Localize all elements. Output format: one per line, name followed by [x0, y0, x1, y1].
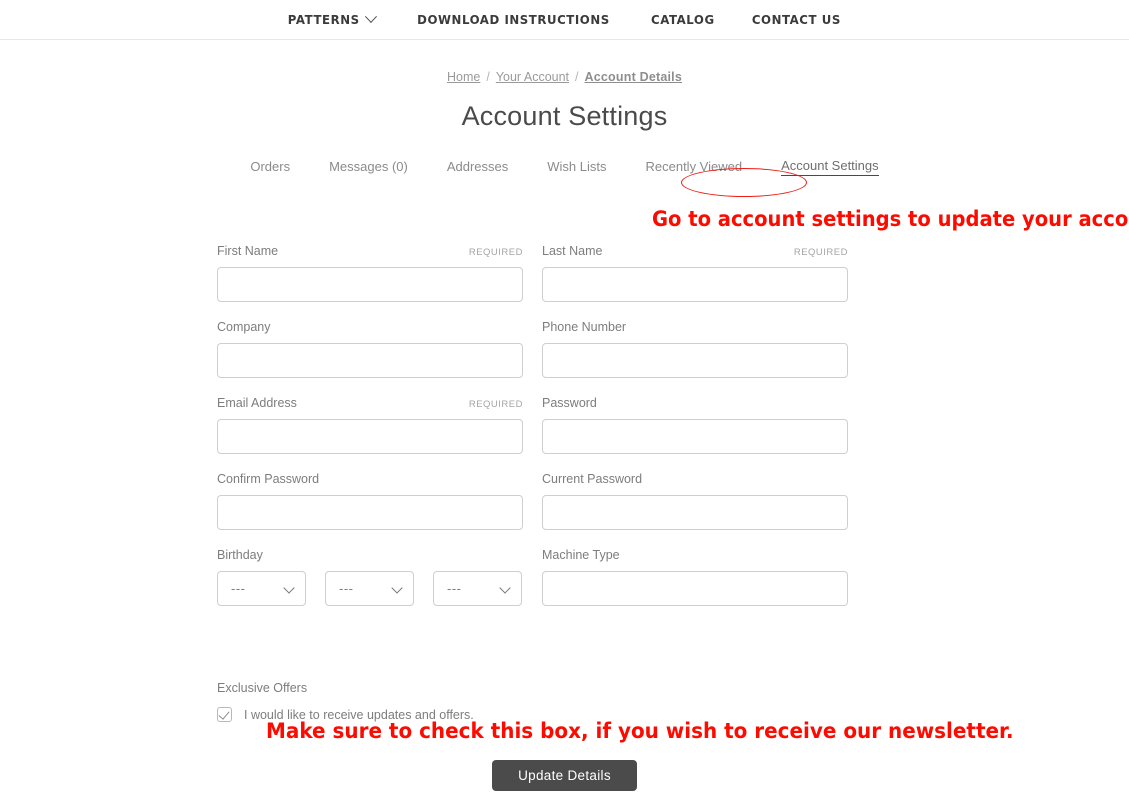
email-address-input[interactable]	[217, 419, 523, 454]
company-input[interactable]	[217, 343, 523, 378]
email-address-label: Email Address	[217, 396, 297, 410]
tab-account-settings[interactable]: Account Settings	[781, 158, 879, 176]
machine-type-input[interactable]	[542, 571, 848, 606]
exclusive-offers-title: Exclusive Offers	[217, 681, 308, 695]
last-name-label: Last Name	[542, 244, 603, 258]
confirm-password-input[interactable]	[217, 495, 523, 530]
company-label: Company	[217, 320, 271, 334]
field-label-line: Last Name REQUIRED	[542, 244, 848, 258]
field-label-line: Password	[542, 396, 848, 410]
birthday-label: Birthday	[217, 548, 263, 562]
field-group-password: Password	[542, 396, 848, 454]
field-label-line: Birthday	[217, 548, 523, 562]
nav-item-patterns-label: Patterns	[287, 12, 360, 27]
tab-addresses[interactable]: Addresses	[447, 159, 508, 176]
field-label-line: Current Password	[542, 472, 848, 486]
form-row-birthday-machine-type: Birthday --- --- --- Machine Type	[217, 548, 849, 606]
phone-number-input[interactable]	[542, 343, 848, 378]
field-group-first-name: First Name REQUIRED	[217, 244, 523, 302]
first-name-required-badge: REQUIRED	[468, 247, 523, 258]
first-name-input[interactable]	[217, 267, 523, 302]
confirm-password-label: Confirm Password	[217, 472, 320, 486]
email-address-required-badge: REQUIRED	[468, 399, 523, 410]
field-label-line: Machine Type	[542, 548, 848, 562]
newsletter-checkbox[interactable]	[217, 707, 232, 722]
field-group-last-name: Last Name REQUIRED	[542, 244, 848, 302]
nav-item-catalog[interactable]: Catalog	[651, 12, 715, 27]
chevron-down-icon	[283, 582, 295, 594]
field-group-machine-type: Machine Type	[542, 548, 848, 606]
field-group-phone-number: Phone Number	[542, 320, 848, 378]
birthday-year-select[interactable]: ---	[433, 571, 522, 606]
tab-orders[interactable]: Orders	[250, 159, 290, 176]
birthday-day-value: ---	[231, 581, 246, 596]
tab-messages[interactable]: Messages (0)	[329, 159, 408, 176]
nav-item-contact-us[interactable]: Contact Us	[752, 12, 841, 27]
form-row-name: First Name REQUIRED Last Name REQUIRED	[217, 244, 849, 302]
birthday-month-select[interactable]: ---	[325, 571, 414, 606]
chevron-down-icon	[499, 582, 511, 594]
breadcrumb-separator: /	[575, 70, 579, 84]
password-input[interactable]	[542, 419, 848, 454]
breadcrumb: Home / Your Account / Account Details	[0, 70, 1129, 84]
annotation-text-bottom: Make sure to check this box, if you wish…	[266, 719, 1014, 743]
password-label: Password	[542, 396, 597, 410]
field-label-line: Company	[217, 320, 523, 334]
annotation-text-top: Go to account settings to update your ac…	[652, 207, 1129, 231]
field-label-line: First Name REQUIRED	[217, 244, 523, 258]
form-row-company-phone: Company Phone Number	[217, 320, 849, 378]
page-title: Account Settings	[461, 101, 668, 131]
nav-item-patterns[interactable]: Patterns	[287, 10, 377, 27]
field-group-current-password: Current Password	[542, 472, 848, 530]
tab-wish-lists[interactable]: Wish Lists	[547, 159, 606, 176]
field-group-company: Company	[217, 320, 523, 378]
form-row-email-password: Email Address REQUIRED Password	[217, 396, 849, 454]
machine-type-label: Machine Type	[542, 548, 620, 562]
birthday-day-select[interactable]: ---	[217, 571, 306, 606]
phone-number-label: Phone Number	[542, 320, 627, 334]
birthday-year-value: ---	[447, 581, 462, 596]
form-row-confirm-current-password: Confirm Password Current Password	[217, 472, 849, 530]
field-label-line: Phone Number	[542, 320, 848, 334]
birthday-month-value: ---	[339, 581, 354, 596]
update-details-button[interactable]: Update Details	[492, 760, 637, 791]
birthday-select-group: --- --- ---	[217, 571, 523, 606]
breadcrumb-current-account-details: Account Details	[584, 70, 682, 84]
current-password-input[interactable]	[542, 495, 848, 530]
submit-row: Update Details	[0, 760, 1129, 791]
tab-recently-viewed[interactable]: Recently Viewed	[645, 159, 742, 176]
chevron-down-icon	[391, 582, 403, 594]
breadcrumb-separator: /	[486, 70, 490, 84]
field-label-line: Confirm Password	[217, 472, 523, 486]
nav-item-contact-us-label: Contact Us	[752, 12, 842, 27]
top-navigation-items: Patterns Download Instructions Catalog C…	[285, 10, 844, 27]
account-settings-form: First Name REQUIRED Last Name REQUIRED C…	[217, 244, 849, 624]
field-label-line: Email Address REQUIRED	[217, 396, 523, 410]
breadcrumb-link-your-account[interactable]: Your Account	[496, 70, 569, 84]
chevron-down-icon	[364, 10, 377, 24]
nav-item-catalog-label: Catalog	[650, 12, 715, 27]
nav-item-download-instructions[interactable]: Download Instructions	[417, 12, 610, 27]
nav-item-download-instructions-label: Download Instructions	[416, 12, 610, 27]
top-navigation-bar: Patterns Download Instructions Catalog C…	[0, 0, 1129, 40]
last-name-required-badge: REQUIRED	[793, 247, 848, 258]
field-group-email-address: Email Address REQUIRED	[217, 396, 523, 454]
field-group-birthday: Birthday --- --- ---	[217, 548, 523, 606]
account-tabs: Orders Messages (0) Addresses Wish Lists…	[0, 158, 1129, 176]
breadcrumb-link-home[interactable]: Home	[447, 70, 480, 84]
last-name-input[interactable]	[542, 267, 848, 302]
current-password-label: Current Password	[542, 472, 643, 486]
first-name-label: First Name	[217, 244, 279, 258]
field-group-confirm-password: Confirm Password	[217, 472, 523, 530]
exclusive-offers-section: Exclusive Offers I would like to receive…	[217, 681, 474, 722]
check-icon	[218, 708, 230, 720]
